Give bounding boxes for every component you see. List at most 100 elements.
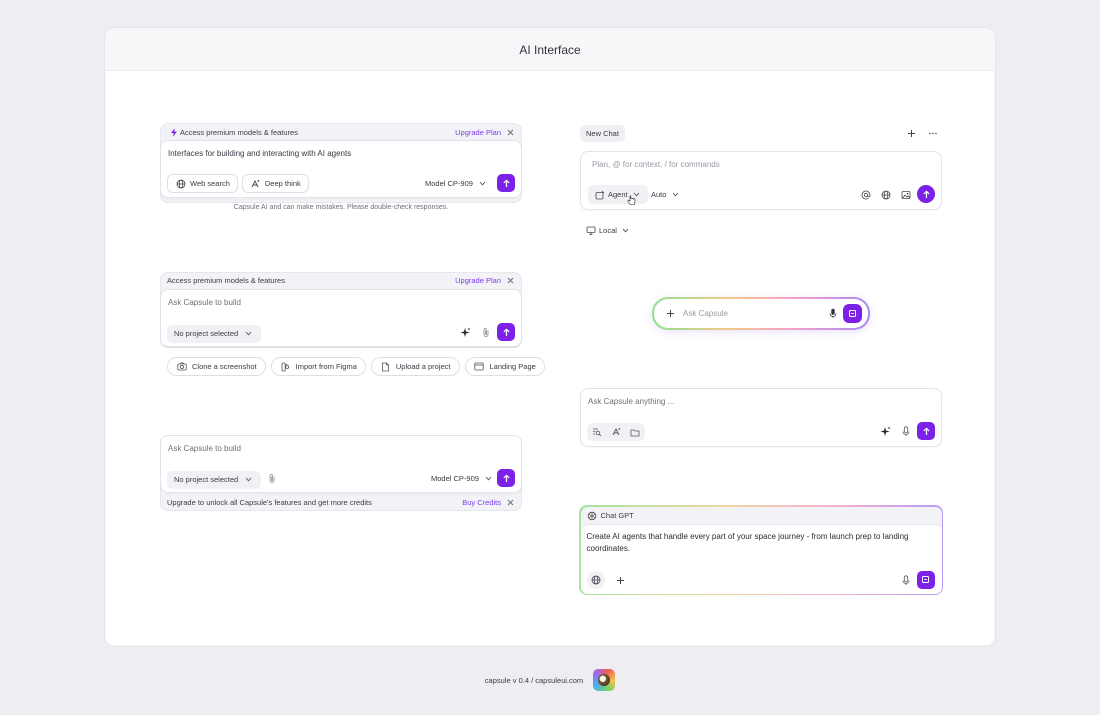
prompt-card-3: Ask Capsule to build No project selected… [160,435,522,493]
chatgpt-body: Create AI agents that handle every part … [580,523,942,594]
close-icon[interactable] [505,127,516,138]
deep-think-label: Deep think [264,179,301,188]
monitor-icon [585,225,596,236]
deep-think-icon [250,178,261,189]
build-input[interactable]: Ask Capsule to build [168,444,241,453]
agent-icon [594,189,605,200]
prompt-card-2: Ask Capsule to build No project selected [160,289,522,347]
chat-composer: Plan, @ for context, / for commands Agen… [580,151,942,210]
tool-row: Web search Deep think [167,174,309,193]
frame-title: AI Interface [519,43,581,57]
chevron-down-icon [620,225,631,236]
deep-think-button[interactable]: Deep think [241,174,309,193]
sparkle-icon[interactable] [460,327,471,338]
upgrade-plan-link[interactable]: Upgrade Plan [455,128,501,137]
disclaimer-text: Capsule AI and can make mistakes. Please… [233,204,449,211]
at-mention-icon[interactable] [860,189,871,200]
quick-actions: Clone a screenshot Import from Figma Upl… [167,357,545,376]
new-chat-tab-label: New Chat [586,129,619,138]
buy-credits-link[interactable]: Buy Credits [462,498,501,507]
project-select-label: No project selected [174,329,239,338]
premium-banner-text: Access premium models & features [180,127,298,137]
close-icon[interactable] [505,275,516,286]
file-icon [380,361,391,372]
local-select[interactable]: Local [585,225,631,236]
browser-icon [474,361,485,372]
app-frame: AI Interface Access premium models & fea… [104,27,996,647]
plus-icon[interactable] [906,128,917,139]
upload-project-chip[interactable]: Upload a project [370,357,460,376]
chevron-down-icon [243,328,254,339]
deep-think-icon[interactable] [608,424,624,440]
upgrade-plan-link-2[interactable]: Upgrade Plan [455,276,501,285]
attach-icon[interactable] [266,473,277,484]
model-label: Model CP-909 [425,179,473,188]
globe-icon[interactable] [880,189,891,200]
plus-icon[interactable] [665,308,676,319]
microphone-icon[interactable] [901,574,912,586]
send-button[interactable] [917,422,935,440]
footer-text[interactable]: capsule v 0.4 / capsuleui.com [485,676,583,685]
close-icon[interactable] [505,497,516,508]
model-label: Model CP-909 [431,474,479,483]
cursor-icon [627,195,636,206]
attach-icon[interactable] [480,327,491,338]
ask-capsule-pill: Ask Capsule [652,297,870,330]
send-button[interactable] [843,304,862,323]
project-select-label: No project selected [174,475,239,484]
prompt-card-6: Ask Capsule anything ... [580,388,942,447]
figma-icon [280,361,291,372]
prompt-card-1: Interfaces for building and interacting … [160,140,522,198]
web-search-button[interactable]: Web search [167,174,238,193]
credits-banner-text: Upgrade to unlock all Capsule's features… [167,497,372,507]
microphone-icon[interactable] [900,426,911,437]
image-icon[interactable] [900,189,911,200]
import-figma-chip[interactable]: Import from Figma [270,357,366,376]
agent-select[interactable]: Agent [588,185,648,204]
more-icon[interactable] [927,128,938,139]
send-button[interactable] [497,323,515,341]
chip-label: Clone a screenshot [192,362,257,371]
microphone-icon[interactable] [827,308,838,319]
send-button[interactable] [916,570,935,589]
project-select[interactable]: No project selected [167,324,262,343]
new-chat-tab[interactable]: New Chat [580,125,625,142]
local-label: Local [599,226,617,235]
chip-label: Landing Page [489,362,536,371]
command-input[interactable]: Plan, @ for context, / for commands [592,160,720,169]
chevron-down-icon [670,189,681,200]
model-select[interactable]: Model CP-909 [425,178,488,189]
folder-icon[interactable] [627,424,643,440]
chatgpt-text[interactable]: Create AI agents that handle every part … [587,531,927,555]
chevron-down-icon [243,474,254,485]
send-button[interactable] [497,469,515,487]
clone-screenshot-chip[interactable]: Clone a screenshot [167,357,266,376]
ask-anything-input[interactable]: Ask Capsule anything ... [588,397,674,406]
credits-banner: Upgrade to unlock all Capsule's features… [167,496,516,508]
project-select-wrap: No project selected [167,469,262,489]
chatgpt-icon [587,510,598,521]
chatgpt-card: Chat GPT Create AI agents that handle ev… [579,505,943,595]
canvas: Access premium models & features Upgrade… [106,70,994,645]
tool-group [587,423,645,441]
model-select[interactable]: Model CP-909 [431,473,494,484]
lightning-icon [168,127,179,138]
auto-label: Auto [651,190,667,199]
landing-page-chip[interactable]: Landing Page [464,357,545,376]
ask-capsule-input[interactable]: Ask Capsule [683,309,827,318]
auto-select[interactable]: Auto [651,189,681,200]
capsule-logo-icon [593,669,616,691]
plus-icon[interactable] [615,575,626,586]
send-button[interactable] [917,185,935,203]
prompt-text[interactable]: Interfaces for building and interacting … [168,149,351,158]
sparkle-icon[interactable] [880,426,891,437]
project-select[interactable]: No project selected [167,470,262,489]
globe-icon[interactable] [586,570,605,589]
send-button[interactable] [497,174,515,192]
web-search-label: Web search [190,179,230,188]
chip-label: Import from Figma [295,362,357,371]
chevron-down-icon [477,178,488,189]
build-input[interactable]: Ask Capsule to build [168,298,241,307]
search-doc-icon[interactable] [589,424,605,440]
camera-icon [176,361,187,372]
